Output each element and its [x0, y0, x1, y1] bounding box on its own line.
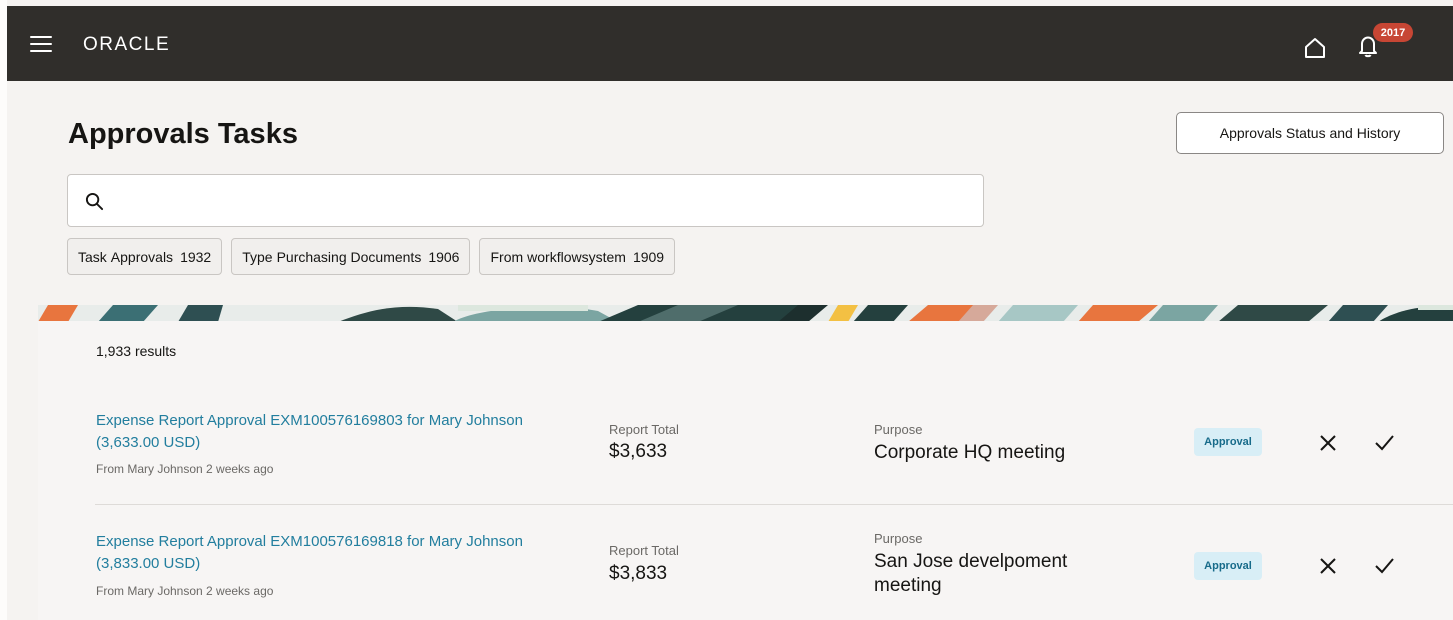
filter-chip-count: 1932 — [180, 248, 212, 265]
approval-badge: Approval — [1194, 552, 1262, 580]
hamburger-menu-icon[interactable] — [30, 36, 52, 52]
results-count-number: 1,933 — [96, 343, 132, 359]
filter-chip-from[interactable]: From workflowsystem 1909 — [479, 238, 676, 275]
filter-chip-name: Task — [78, 248, 107, 265]
approval-badge: Approval — [1194, 428, 1262, 456]
results-panel: 1,933 results Expense Report Approval EX… — [38, 321, 1453, 620]
checkmark-icon[interactable] — [1373, 555, 1395, 577]
filter-chip-value: Approvals — [110, 248, 174, 265]
page-title: Approvals Tasks — [68, 118, 298, 150]
notification-count-badge[interactable]: 2017 — [1373, 23, 1413, 42]
filter-chip-count: 1906 — [428, 248, 460, 265]
purpose-value: San Jose develpoment meeting — [874, 551, 1068, 596]
oracle-logo[interactable]: ORACLE — [83, 34, 170, 56]
report-total-label: Report Total — [609, 422, 679, 437]
close-icon[interactable] — [1317, 555, 1339, 577]
search-box[interactable] — [67, 174, 984, 227]
task-title-link[interactable]: Expense Report Approval EXM100576169818 … — [96, 531, 601, 575]
task-from: From Mary Johnson 2 weeks ago — [96, 584, 274, 598]
report-total-label: Report Total — [609, 543, 679, 558]
task-row[interactable]: Expense Report Approval EXM100576169803 … — [38, 386, 1453, 504]
task-title-line: Expense Report Approval EXM100576169818 … — [96, 533, 523, 550]
decorative-banner — [38, 305, 1453, 322]
purpose-label: Purpose — [874, 422, 923, 437]
task-from: From Mary Johnson 2 weeks ago — [96, 462, 274, 476]
filter-chip-value: workflowsystem — [527, 248, 626, 265]
task-title-link[interactable]: Expense Report Approval EXM100576169803 … — [96, 410, 601, 454]
filter-chip-count: 1909 — [632, 248, 665, 265]
filter-chips: Task Approvals 1932 Type Purchasing Docu… — [67, 238, 676, 275]
filter-chip-name: From — [490, 248, 524, 265]
filter-chip-task[interactable]: Task Approvals 1932 — [67, 238, 223, 275]
app-window: ORACLE 2017 Approvals Tasks Approvals St… — [0, 0, 1453, 620]
close-icon[interactable] — [1317, 432, 1339, 454]
task-title-amount: (3,633.00 USD) — [96, 434, 201, 451]
results-count: 1,933 results — [96, 343, 176, 359]
purpose-value: Corporate HQ meeting — [874, 442, 1066, 463]
top-navigation-bar: ORACLE 2017 — [7, 6, 1453, 81]
report-total-value: $3,833 — [609, 563, 668, 584]
window-edge — [0, 0, 7, 620]
filter-chip-type[interactable]: Type Purchasing Documents 1906 — [231, 238, 471, 275]
checkmark-icon[interactable] — [1373, 432, 1395, 454]
filter-chip-name: Type — [242, 248, 273, 265]
filter-chip-value: Purchasing Documents — [276, 248, 422, 265]
report-total-value: $3,633 — [609, 441, 668, 462]
home-icon[interactable] — [1303, 36, 1327, 60]
search-input[interactable] — [116, 185, 966, 217]
approvals-status-history-button[interactable]: Approvals Status and History — [1176, 112, 1444, 154]
purpose-label: Purpose — [874, 531, 923, 546]
task-title-line: Expense Report Approval EXM100576169803 … — [96, 412, 523, 429]
task-row[interactable]: Expense Report Approval EXM100576169818 … — [38, 505, 1453, 620]
results-count-suffix: results — [134, 343, 177, 359]
task-title-amount: (3,833.00 USD) — [96, 555, 201, 572]
search-icon — [85, 192, 104, 211]
